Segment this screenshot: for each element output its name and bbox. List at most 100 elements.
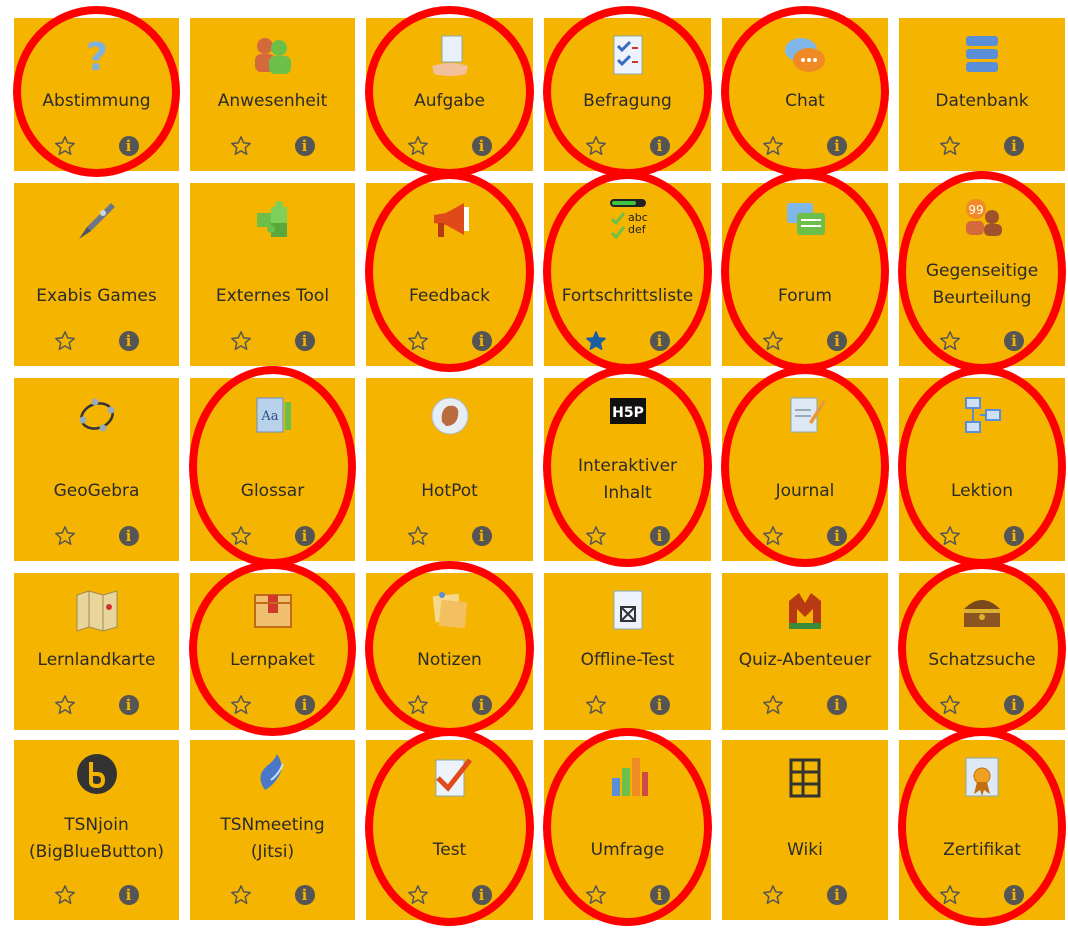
activity-tile[interactable]: Anwesenheit i — [190, 18, 355, 171]
activity-tile[interactable]: Datenbank i — [899, 18, 1065, 171]
activity-label: TSNmeeting (Jitsi) — [190, 812, 355, 866]
activity-tile[interactable]: Journal i — [722, 378, 888, 561]
activity-label: Interaktiver Inhalt — [544, 453, 711, 507]
info-icon[interactable]: i — [827, 331, 847, 351]
activity-tile[interactable]: H5P Interaktiver Inhalt i — [544, 378, 711, 561]
activity-tile[interactable]: Forum i — [722, 183, 888, 366]
activity-tile[interactable]: HotPot i — [366, 378, 533, 561]
activity-tile[interactable]: Befragung i — [544, 18, 711, 171]
star-outline-icon[interactable] — [939, 694, 961, 716]
info-icon[interactable]: i — [1004, 136, 1024, 156]
star-outline-icon[interactable] — [407, 330, 429, 352]
star-outline-icon[interactable] — [585, 525, 607, 547]
activity-tile[interactable]: Aufgabe i — [366, 18, 533, 171]
star-outline-icon[interactable] — [762, 694, 784, 716]
bigbluebutton-icon — [73, 750, 121, 798]
activity-tile[interactable]: abc def Fortschrittsliste i — [544, 183, 711, 366]
activity-tile[interactable]: Feedback i — [366, 183, 533, 366]
info-icon[interactable]: i — [471, 526, 492, 546]
info-icon[interactable]: i — [1004, 526, 1024, 546]
star-outline-icon[interactable] — [762, 135, 784, 157]
star-outline-icon[interactable] — [762, 330, 784, 352]
activity-tile[interactable]: TSNjoin (BigBlueButton) i — [14, 740, 179, 920]
star-outline-icon[interactable] — [407, 525, 429, 547]
treasure-chest-icon — [958, 587, 1006, 635]
activity-label: Zertifikat — [899, 837, 1065, 864]
star-outline-icon[interactable] — [54, 884, 76, 906]
activity-tile[interactable]: Lernlandkarte i — [14, 573, 179, 730]
info-icon[interactable]: i — [649, 526, 670, 546]
info-icon[interactable]: i — [827, 526, 847, 546]
jitsi-icon — [249, 750, 297, 798]
star-outline-icon[interactable] — [762, 525, 784, 547]
activity-tile[interactable]: Quiz-Abenteuer i — [722, 573, 888, 730]
info-icon[interactable]: i — [471, 695, 492, 715]
activity-tile[interactable]: ? Abstimmung i — [14, 18, 179, 171]
info-icon[interactable]: i — [294, 136, 315, 156]
activity-tile[interactable]: Zertifikat i — [899, 740, 1065, 920]
info-icon[interactable]: i — [118, 526, 139, 546]
star-outline-icon[interactable] — [939, 135, 961, 157]
glossary-book-icon: Aa — [249, 392, 297, 440]
star-outline-icon[interactable] — [939, 525, 961, 547]
activity-tile[interactable]: Lernpaket i — [190, 573, 355, 730]
star-filled-icon[interactable] — [585, 330, 607, 352]
info-icon[interactable]: i — [471, 136, 492, 156]
info-icon[interactable]: i — [294, 885, 315, 905]
star-outline-icon[interactable] — [939, 330, 961, 352]
star-outline-icon[interactable] — [407, 135, 429, 157]
info-icon[interactable]: i — [827, 136, 847, 156]
star-outline-icon[interactable] — [585, 135, 607, 157]
star-outline-icon[interactable] — [54, 694, 76, 716]
info-icon[interactable]: i — [471, 885, 492, 905]
star-outline-icon[interactable] — [407, 884, 429, 906]
activity-tile[interactable]: TSNmeeting (Jitsi) i — [190, 740, 355, 920]
star-outline-icon[interactable] — [585, 884, 607, 906]
star-outline-icon[interactable] — [230, 330, 252, 352]
star-outline-icon[interactable] — [54, 330, 76, 352]
info-icon[interactable]: i — [649, 695, 670, 715]
activity-tile[interactable]: 99 Gegenseitige Beurteilung i — [899, 183, 1065, 366]
activity-tile[interactable]: Umfrage i — [544, 740, 711, 920]
info-icon[interactable]: i — [649, 136, 670, 156]
info-icon[interactable]: i — [471, 331, 492, 351]
info-icon[interactable]: i — [1004, 885, 1024, 905]
info-icon[interactable]: i — [118, 695, 139, 715]
activity-tile[interactable]: Notizen i — [366, 573, 533, 730]
activity-tile[interactable]: Wiki i — [722, 740, 888, 920]
info-icon[interactable]: i — [294, 331, 315, 351]
activity-tile[interactable]: Offline-Test i — [544, 573, 711, 730]
activity-tile[interactable]: Externes Tool i — [190, 183, 355, 366]
info-icon[interactable]: i — [827, 885, 847, 905]
info-icon[interactable]: i — [118, 885, 139, 905]
star-outline-icon[interactable] — [230, 694, 252, 716]
star-outline-icon[interactable] — [762, 884, 784, 906]
database-icon — [958, 32, 1006, 80]
activity-tile[interactable]: Lektion i — [899, 378, 1065, 561]
info-icon[interactable]: i — [1004, 331, 1024, 351]
activity-chooser-grid: ? Abstimmung i Anwesenheit i Aufgabe i Befragun… — [0, 0, 1068, 929]
info-icon[interactable]: i — [1004, 695, 1024, 715]
info-icon[interactable]: i — [649, 331, 670, 351]
activity-label: Test — [366, 837, 533, 864]
star-outline-icon[interactable] — [407, 694, 429, 716]
info-icon[interactable]: i — [294, 695, 315, 715]
info-icon[interactable]: i — [827, 695, 847, 715]
info-icon[interactable]: i — [118, 331, 139, 351]
star-outline-icon[interactable] — [939, 884, 961, 906]
star-outline-icon[interactable] — [230, 525, 252, 547]
info-icon[interactable]: i — [649, 885, 670, 905]
activity-tile[interactable]: Aa Glossar i — [190, 378, 355, 561]
star-outline-icon[interactable] — [230, 884, 252, 906]
activity-tile[interactable]: Test i — [366, 740, 533, 920]
star-outline-icon[interactable] — [54, 135, 76, 157]
activity-tile[interactable]: Schatzsuche i — [899, 573, 1065, 730]
info-icon[interactable]: i — [294, 526, 315, 546]
activity-tile[interactable]: Chat i — [722, 18, 888, 171]
activity-tile[interactable]: Exabis Games i — [14, 183, 179, 366]
activity-tile[interactable]: GeoGebra i — [14, 378, 179, 561]
star-outline-icon[interactable] — [230, 135, 252, 157]
star-outline-icon[interactable] — [585, 694, 607, 716]
star-outline-icon[interactable] — [54, 525, 76, 547]
info-icon[interactable]: i — [118, 136, 139, 156]
